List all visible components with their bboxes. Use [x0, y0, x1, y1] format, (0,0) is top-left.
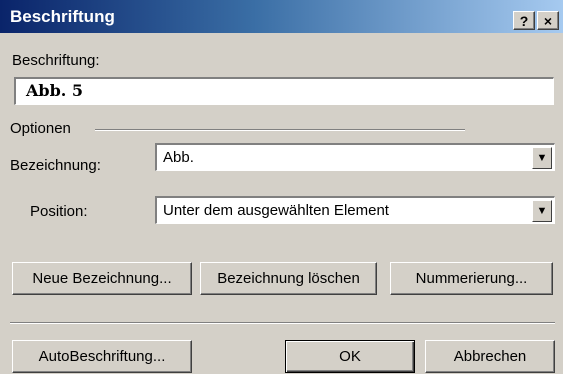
close-button[interactable]: ×: [537, 11, 559, 30]
help-button[interactable]: ?: [513, 11, 535, 30]
title-bar: Beschriftung ? ×: [0, 0, 563, 33]
caption-input[interactable]: Abb. 5: [14, 77, 554, 105]
position-field-label: Position:: [30, 203, 88, 220]
position-select-value: Unter dem ausgewählten Element: [163, 202, 389, 219]
delete-label-button[interactable]: Bezeichnung löschen: [200, 262, 377, 295]
caption-label: Beschriftung:: [12, 52, 100, 69]
position-select[interactable]: Unter dem ausgewählten Element ▼: [155, 196, 555, 224]
label-select[interactable]: Abb. ▼: [155, 143, 555, 171]
label-field-label: Bezeichnung:: [10, 157, 101, 174]
numbering-button[interactable]: Nummerierung...: [390, 262, 553, 295]
autocaption-button[interactable]: AutoBeschriftung...: [12, 340, 192, 373]
cancel-button[interactable]: Abbrechen: [425, 340, 555, 373]
chevron-down-icon[interactable]: ▼: [532, 147, 552, 169]
separator: [10, 322, 555, 324]
dialog-title: Beschriftung: [10, 7, 115, 26]
options-group-line: [95, 129, 465, 131]
chevron-down-icon[interactable]: ▼: [532, 200, 552, 222]
label-select-value: Abb.: [163, 149, 194, 166]
ok-button[interactable]: OK: [285, 340, 415, 373]
new-label-button[interactable]: Neue Bezeichnung...: [12, 262, 192, 295]
options-group-label: Optionen: [10, 120, 71, 137]
caption-input-value: Abb. 5: [26, 81, 84, 100]
